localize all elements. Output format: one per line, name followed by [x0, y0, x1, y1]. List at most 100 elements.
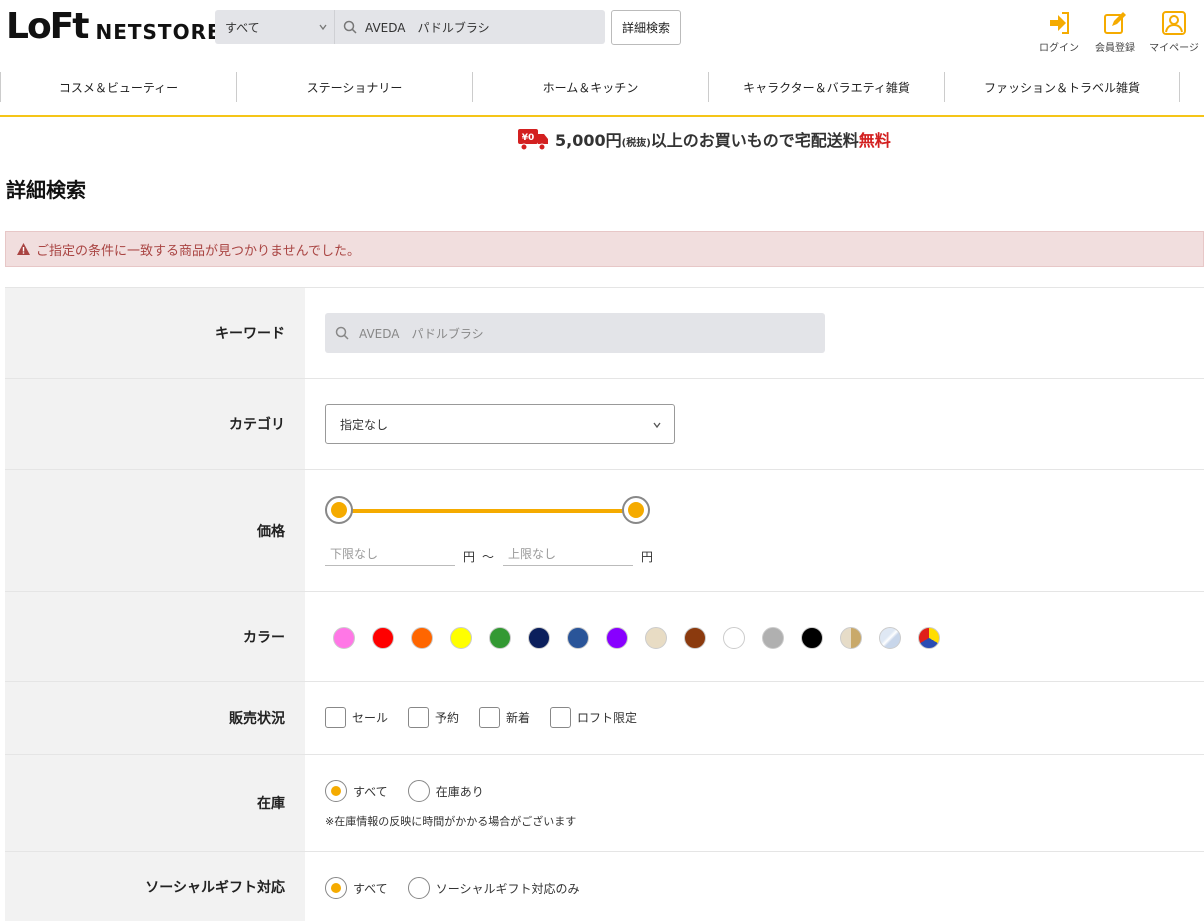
sales-status-label: 販売状況 — [5, 682, 305, 754]
color-swatch-multi[interactable] — [918, 627, 940, 649]
header-search-value: AVEDA パドルブラシ — [365, 20, 490, 35]
search-scope-value: すべて — [225, 20, 260, 35]
search-icon — [343, 20, 357, 34]
keyword-row: キーワード AVEDA パドルブラシ — [5, 287, 1204, 378]
checkbox-sale[interactable]: セール — [325, 707, 388, 728]
nav-item-home-kitchen[interactable]: ホーム＆キッチン — [472, 72, 708, 102]
shipping-promo-banner: ¥0 5,000円(税抜)以上のお買いもので宅配送料無料 — [517, 126, 891, 152]
register-link[interactable]: 会員登録 — [1087, 10, 1143, 54]
radio-stock-all-label: すべて — [353, 784, 388, 799]
color-swatch-red[interactable] — [372, 627, 394, 649]
logo-main: LoFt — [6, 6, 89, 47]
category-row: カテゴリ 指定なし — [5, 378, 1204, 469]
color-swatch-gold[interactable] — [840, 627, 862, 649]
no-results-alert: ご指定の条件に一致する商品が見つかりませんでした。 — [5, 231, 1204, 267]
color-swatch-navy[interactable] — [528, 627, 550, 649]
color-swatches — [333, 627, 957, 649]
promo-tax: (税抜) — [621, 138, 651, 149]
user-icon — [1162, 11, 1186, 35]
price-min-unit: 円 — [463, 550, 476, 564]
checkbox-preorder-label: 予約 — [435, 711, 460, 725]
advanced-search-form: キーワード AVEDA パドルブラシ カテゴリ 指定なし 価格 下限なし 円 〜… — [5, 287, 1204, 921]
price-slider-track[interactable] — [330, 509, 632, 513]
price-row: 価格 下限なし 円 〜 上限なし 円 — [5, 469, 1204, 591]
stock-label: 在庫 — [5, 755, 305, 851]
price-label: 価格 — [5, 470, 305, 591]
site-logo[interactable]: LoFt NETSTORE — [6, 9, 222, 45]
price-slider-max-handle[interactable] — [622, 496, 650, 524]
register-label: 会員登録 — [1095, 43, 1135, 54]
search-icon — [335, 326, 349, 340]
checkbox-sale-label: セール — [352, 711, 389, 725]
checkbox-loft-limited[interactable]: ロフト限定 — [550, 707, 637, 728]
edit-icon — [1104, 12, 1126, 34]
login-link[interactable]: ログイン — [1031, 10, 1087, 54]
mypage-label: マイページ — [1149, 43, 1199, 54]
mypage-link[interactable]: マイページ — [1146, 10, 1202, 54]
color-swatch-black[interactable] — [801, 627, 823, 649]
radio-gift-all[interactable]: すべて — [325, 877, 388, 899]
keyword-input[interactable]: AVEDA パドルブラシ — [325, 313, 825, 353]
nav-item-cosme[interactable]: コスメ＆ビューティー — [0, 72, 236, 102]
color-swatch-beige[interactable] — [645, 627, 667, 649]
keyword-label: キーワード — [5, 288, 305, 378]
category-select[interactable]: 指定なし — [325, 404, 675, 444]
radio-gift-all-label: すべて — [353, 881, 388, 896]
nav-divider — [0, 115, 1204, 117]
header-search-bar: すべて AVEDA パドルブラシ — [215, 10, 605, 44]
radio-in-stock[interactable]: 在庫あり — [407, 780, 484, 802]
color-swatch-white[interactable] — [723, 627, 745, 649]
chevron-down-icon — [653, 422, 661, 429]
radio-gift-only[interactable]: ソーシャルギフト対応のみ — [407, 877, 580, 899]
header-search-input[interactable]: AVEDA パドルブラシ — [335, 19, 605, 36]
color-swatch-purple[interactable] — [606, 627, 628, 649]
checkbox-loft-limited-label: ロフト限定 — [577, 711, 638, 725]
checkbox-new-label: 新着 — [506, 711, 531, 725]
promo-amount: 5,000円 — [555, 131, 622, 150]
price-slider-min-handle[interactable] — [325, 496, 353, 524]
nav-item-fashion[interactable]: ファッション＆トラベル雑貨 — [944, 72, 1180, 102]
page-title: 詳細検索 — [6, 178, 86, 202]
price-max-unit: 円 — [641, 550, 654, 564]
logo-sub: NETSTORE — [95, 20, 222, 44]
radio-in-stock-label: 在庫あり — [435, 784, 484, 799]
search-scope-select[interactable]: すべて — [215, 10, 335, 44]
color-swatch-pink[interactable] — [333, 627, 355, 649]
stock-row: 在庫 すべて 在庫あり ※在庫情報の反映に時間がかかる場合がございます — [5, 754, 1204, 851]
login-label: ログイン — [1039, 43, 1079, 54]
radio-stock-all[interactable]: すべて — [325, 780, 388, 802]
site-header: LoFt NETSTORE すべて AVEDA パドルブラシ 詳細検索 ログイン — [0, 0, 1204, 70]
stock-note: ※在庫情報の反映に時間がかかる場合がございます — [325, 815, 577, 828]
color-swatch-brown[interactable] — [684, 627, 706, 649]
login-icon — [1050, 12, 1069, 34]
nav-item-stationery[interactable]: ステーショナリー — [236, 72, 472, 102]
price-max-input[interactable]: 上限なし — [503, 542, 633, 566]
chevron-down-icon — [319, 24, 327, 31]
social-gift-row: ソーシャルギフト対応 すべて ソーシャルギフト対応のみ — [5, 851, 1204, 921]
price-min-input[interactable]: 下限なし — [325, 542, 455, 566]
advanced-search-button[interactable]: 詳細検索 — [611, 10, 681, 45]
color-swatch-orange[interactable] — [411, 627, 433, 649]
checkbox-preorder[interactable]: 予約 — [408, 707, 459, 728]
promo-text: 5,000円(税抜)以上のお買いもので宅配送料無料 — [555, 127, 891, 151]
color-row: カラー — [5, 591, 1204, 681]
social-gift-label: ソーシャルギフト対応 — [5, 852, 305, 921]
promo-message: 以上のお買いもので宅配送料 — [650, 131, 859, 150]
color-swatch-silver[interactable] — [879, 627, 901, 649]
keyword-value: AVEDA パドルブラシ — [359, 326, 484, 341]
stock-options: すべて 在庫あり — [325, 780, 504, 802]
checkbox-new[interactable]: 新着 — [479, 707, 530, 728]
nav-item-character[interactable]: キャラクター＆バラエティ雑貨 — [708, 72, 944, 102]
truck-icon: ¥0 — [518, 129, 548, 151]
color-swatch-blue[interactable] — [567, 627, 589, 649]
radio-gift-only-label: ソーシャルギフト対応のみ — [435, 881, 580, 896]
color-swatch-green[interactable] — [489, 627, 511, 649]
category-label: カテゴリ — [5, 379, 305, 469]
social-gift-options: すべて ソーシャルギフト対応のみ — [325, 877, 599, 899]
color-swatch-yellow[interactable] — [450, 627, 472, 649]
color-label: カラー — [5, 592, 305, 681]
category-value: 指定なし — [340, 417, 389, 432]
color-swatch-gray[interactable] — [762, 627, 784, 649]
price-separator: 〜 — [482, 550, 495, 564]
sales-status-options: セール 予約 新着 ロフト限定 — [325, 707, 657, 728]
